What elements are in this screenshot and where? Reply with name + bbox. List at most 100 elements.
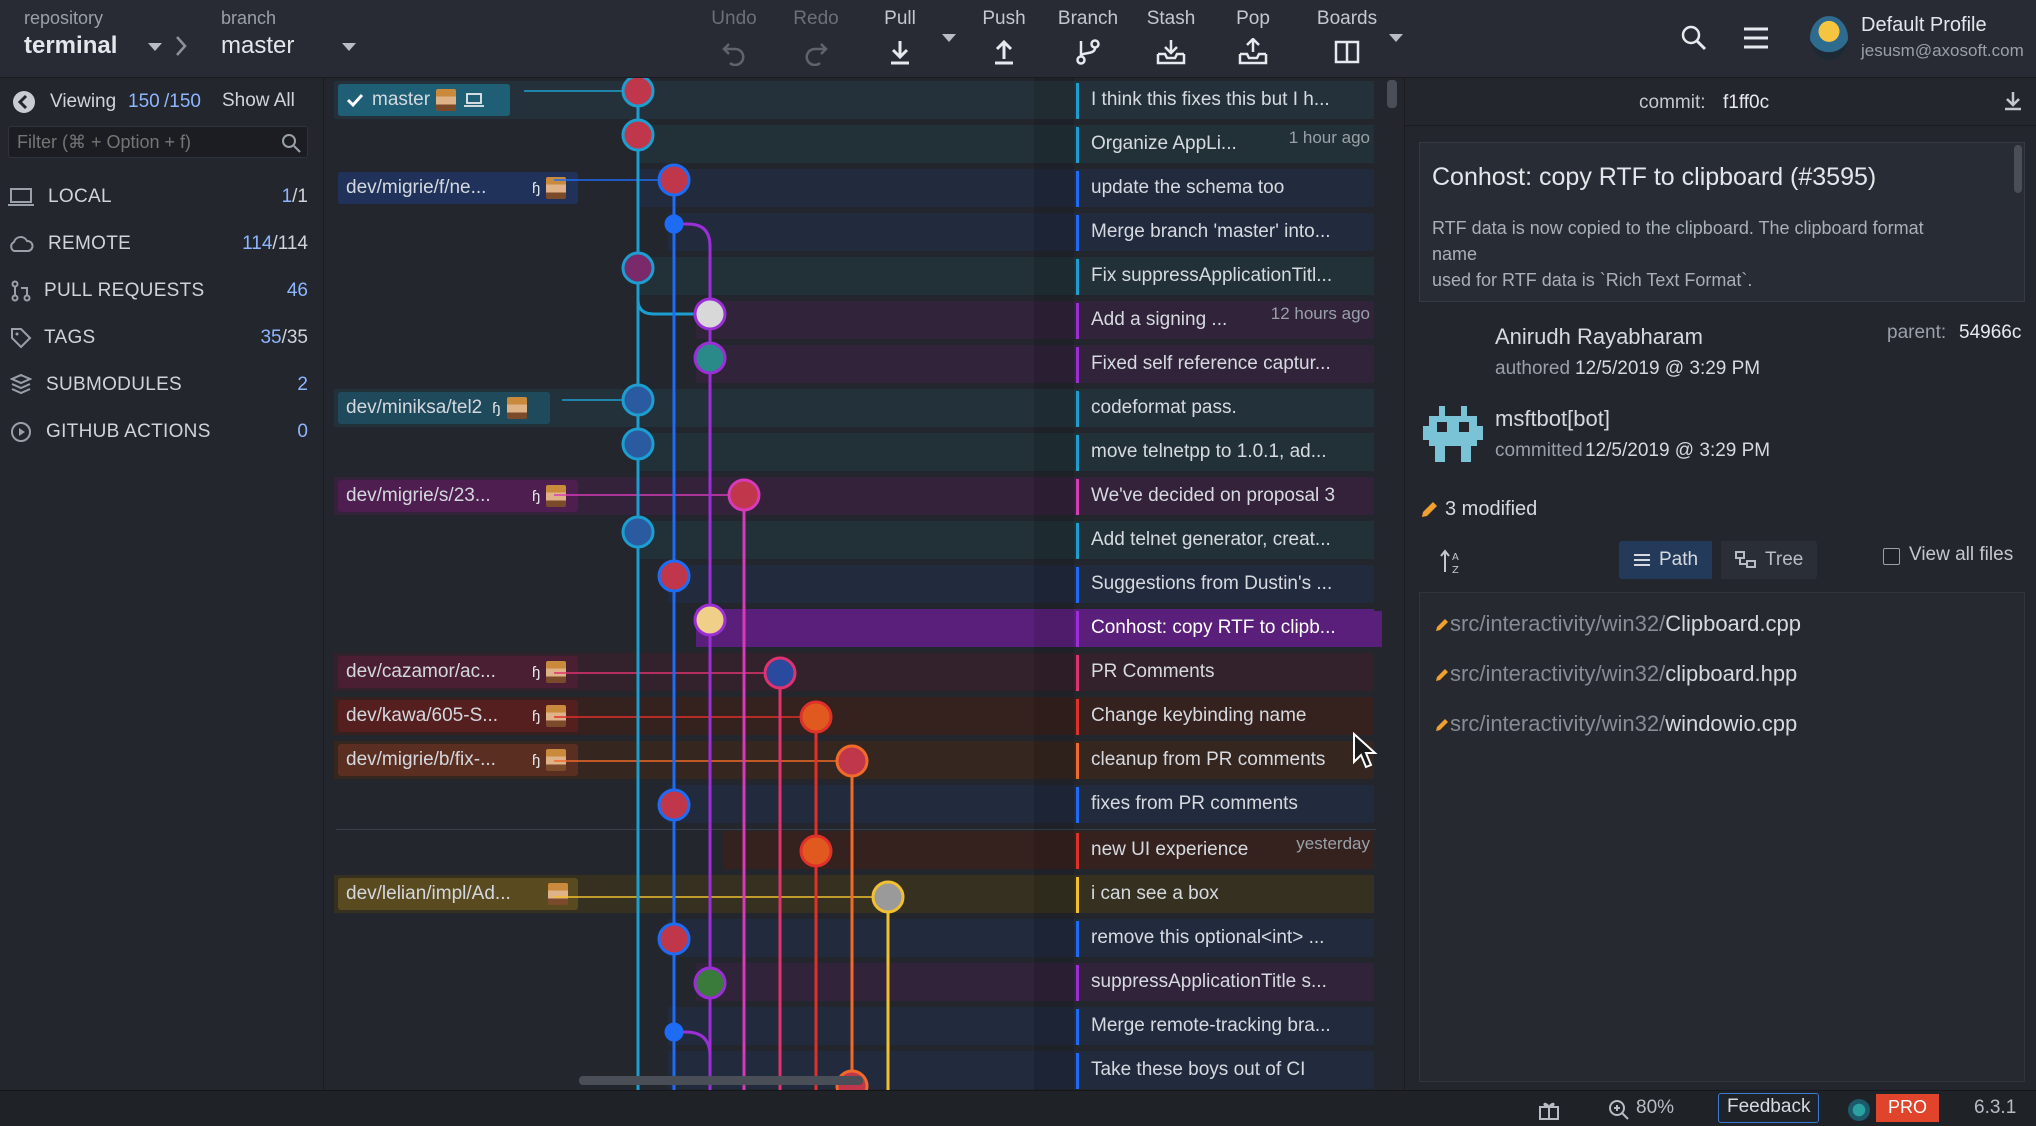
mouse-cursor-icon: [1352, 732, 1378, 772]
commit-message: update the schema too: [1076, 171, 1382, 207]
section-submodules-count: 2: [297, 374, 308, 396]
pencil-icon: [1434, 617, 1450, 633]
branch-button-label: Branch: [1048, 8, 1128, 30]
branch-name[interactable]: master: [221, 32, 294, 60]
pull-button[interactable]: Pull: [860, 6, 940, 72]
redo-label: Redo: [776, 8, 856, 30]
pencil-icon: [1434, 667, 1450, 683]
section-remote-label: REMOTE: [48, 233, 131, 255]
chevron-right-icon: [174, 35, 188, 57]
branch-button[interactable]: Branch: [1048, 6, 1128, 72]
section-pull-requests-count: 46: [287, 280, 308, 302]
file-item[interactable]: src/interactivity/win32/clipboard.hpp: [1450, 661, 1797, 687]
section-local-count: 1/1: [282, 186, 308, 208]
commit-message: Fixed self reference captur...: [1076, 347, 1382, 383]
section-remote-count: 114/114: [242, 233, 308, 255]
redo-button[interactable]: Redo: [776, 6, 856, 72]
section-local-label: LOCAL: [48, 186, 112, 208]
push-label: Push: [964, 8, 1044, 30]
boards-dropdown-icon[interactable]: [1389, 34, 1403, 42]
commit-body: RTF data is now copied to the clipboard.…: [1432, 215, 1924, 293]
tag-icon: [8, 325, 34, 351]
committed-label: committed: [1495, 440, 1583, 462]
viewing-count: 150: [128, 91, 160, 113]
commit-message: cleanup from PR comments: [1076, 743, 1382, 779]
commit-sha[interactable]: f1ff0c: [1723, 92, 1769, 114]
tree-view-button[interactable]: Tree: [1721, 541, 1817, 579]
commit-message: Merge remote-tracking bra...: [1076, 1009, 1382, 1045]
viewing-total: /150: [164, 91, 201, 113]
section-remote[interactable]: REMOTE 114/114: [0, 221, 324, 267]
repository-name[interactable]: terminal: [24, 32, 117, 60]
boards-button[interactable]: Boards: [1307, 6, 1387, 72]
section-pull-requests[interactable]: PULL REQUESTS 46: [0, 268, 324, 314]
section-tags[interactable]: TAGS 35/35: [0, 315, 324, 361]
svg-text:A: A: [1452, 552, 1459, 563]
sort-az-icon[interactable]: AZ: [1439, 548, 1465, 576]
modified-count: 3 modified: [1445, 498, 1537, 521]
section-github-actions[interactable]: GITHUB ACTIONS 0: [0, 409, 324, 455]
commit-message: Change keybinding name: [1076, 699, 1382, 735]
profile-email: jesusm@axosoft.com: [1861, 41, 2024, 61]
pro-badge[interactable]: PRO: [1876, 1094, 1939, 1122]
version-label: 6.3.1: [1974, 1097, 2016, 1119]
parent-sha[interactable]: 54966c: [1959, 322, 2021, 344]
profile-name[interactable]: Default Profile: [1861, 14, 1987, 37]
filter-search-icon: [281, 133, 301, 153]
redo-icon: [802, 38, 830, 66]
commit-message: Fix suppressApplicationTitl...: [1076, 259, 1382, 295]
pull-options-dropdown-icon[interactable]: [942, 34, 956, 42]
pop-label: Pop: [1213, 8, 1293, 30]
search-icon[interactable]: [1680, 24, 1708, 52]
view-all-files-label[interactable]: View all files: [1909, 544, 2013, 566]
graph-scrollbar[interactable]: [1387, 80, 1397, 108]
status-bar: 80% Feedback PRO 6.3.1: [0, 1090, 2036, 1126]
pencil-icon: [1434, 717, 1450, 733]
stash-button[interactable]: Stash: [1131, 6, 1211, 72]
section-local[interactable]: LOCAL 1/1: [0, 174, 324, 220]
download-icon[interactable]: [2003, 90, 2023, 112]
commit-message: remove this optional<int> ...: [1076, 921, 1382, 957]
file-item[interactable]: src/interactivity/win32/windowio.cpp: [1450, 711, 1797, 737]
branch-dropdown-icon[interactable]: [342, 43, 356, 51]
pull-icon: [886, 38, 914, 66]
commit-message: PR Comments: [1076, 655, 1382, 691]
collapse-panel-icon[interactable]: [12, 90, 36, 114]
commit-title: Conhost: copy RTF to clipboard (#3595): [1432, 163, 1876, 192]
commit-message-box[interactable]: Conhost: copy RTF to clipboard (#3595) R…: [1419, 142, 2025, 302]
path-view-button[interactable]: Path: [1619, 541, 1712, 579]
graph-lanes: [324, 78, 1084, 1090]
show-all-button[interactable]: Show All: [222, 90, 295, 112]
feedback-button[interactable]: Feedback: [1718, 1093, 1819, 1123]
pop-button[interactable]: Pop: [1213, 6, 1293, 72]
left-panel: Viewing 150 /150 Show All LOCAL 1/1 REMO…: [0, 78, 324, 1090]
parent-label: parent:: [1887, 322, 1946, 344]
svg-text:Z: Z: [1452, 565, 1459, 576]
graph-column-shadow: [1034, 78, 1074, 1090]
commit-message: Merge branch 'master' into...: [1076, 215, 1382, 251]
section-submodules[interactable]: SUBMODULES 2: [0, 362, 324, 408]
laptop-icon: [8, 184, 34, 210]
branch-icon: [1074, 38, 1102, 66]
authored-label: authored: [1495, 358, 1570, 380]
repository-dropdown-icon[interactable]: [148, 43, 162, 51]
graph-horizontal-scrollbar[interactable]: [579, 1076, 863, 1085]
gitkraken-logo: [1848, 1099, 1870, 1121]
section-github-actions-count: 0: [297, 421, 308, 443]
commit-message: We've decided on proposal 3: [1076, 479, 1382, 515]
view-all-files-checkbox[interactable]: [1883, 548, 1900, 565]
file-item[interactable]: src/interactivity/win32/Clipboard.cpp: [1450, 611, 1801, 637]
gift-icon[interactable]: [1538, 1099, 1560, 1121]
zoom-icon[interactable]: [1608, 1099, 1630, 1121]
message-scrollbar[interactable]: [2014, 145, 2022, 193]
commit-detail-panel: commit: f1ff0c Conhost: copy RTF to clip…: [1404, 78, 2036, 1090]
commit-message: i can see a box: [1076, 877, 1382, 913]
filter-input[interactable]: [17, 129, 267, 155]
undo-button[interactable]: Undo: [694, 6, 774, 72]
hamburger-menu-icon[interactable]: [1742, 26, 1770, 50]
boards-label: Boards: [1307, 8, 1387, 30]
push-icon: [990, 38, 1018, 66]
push-button[interactable]: Push: [964, 6, 1044, 72]
pop-icon: [1237, 38, 1269, 66]
profile-avatar[interactable]: [1810, 16, 1848, 60]
